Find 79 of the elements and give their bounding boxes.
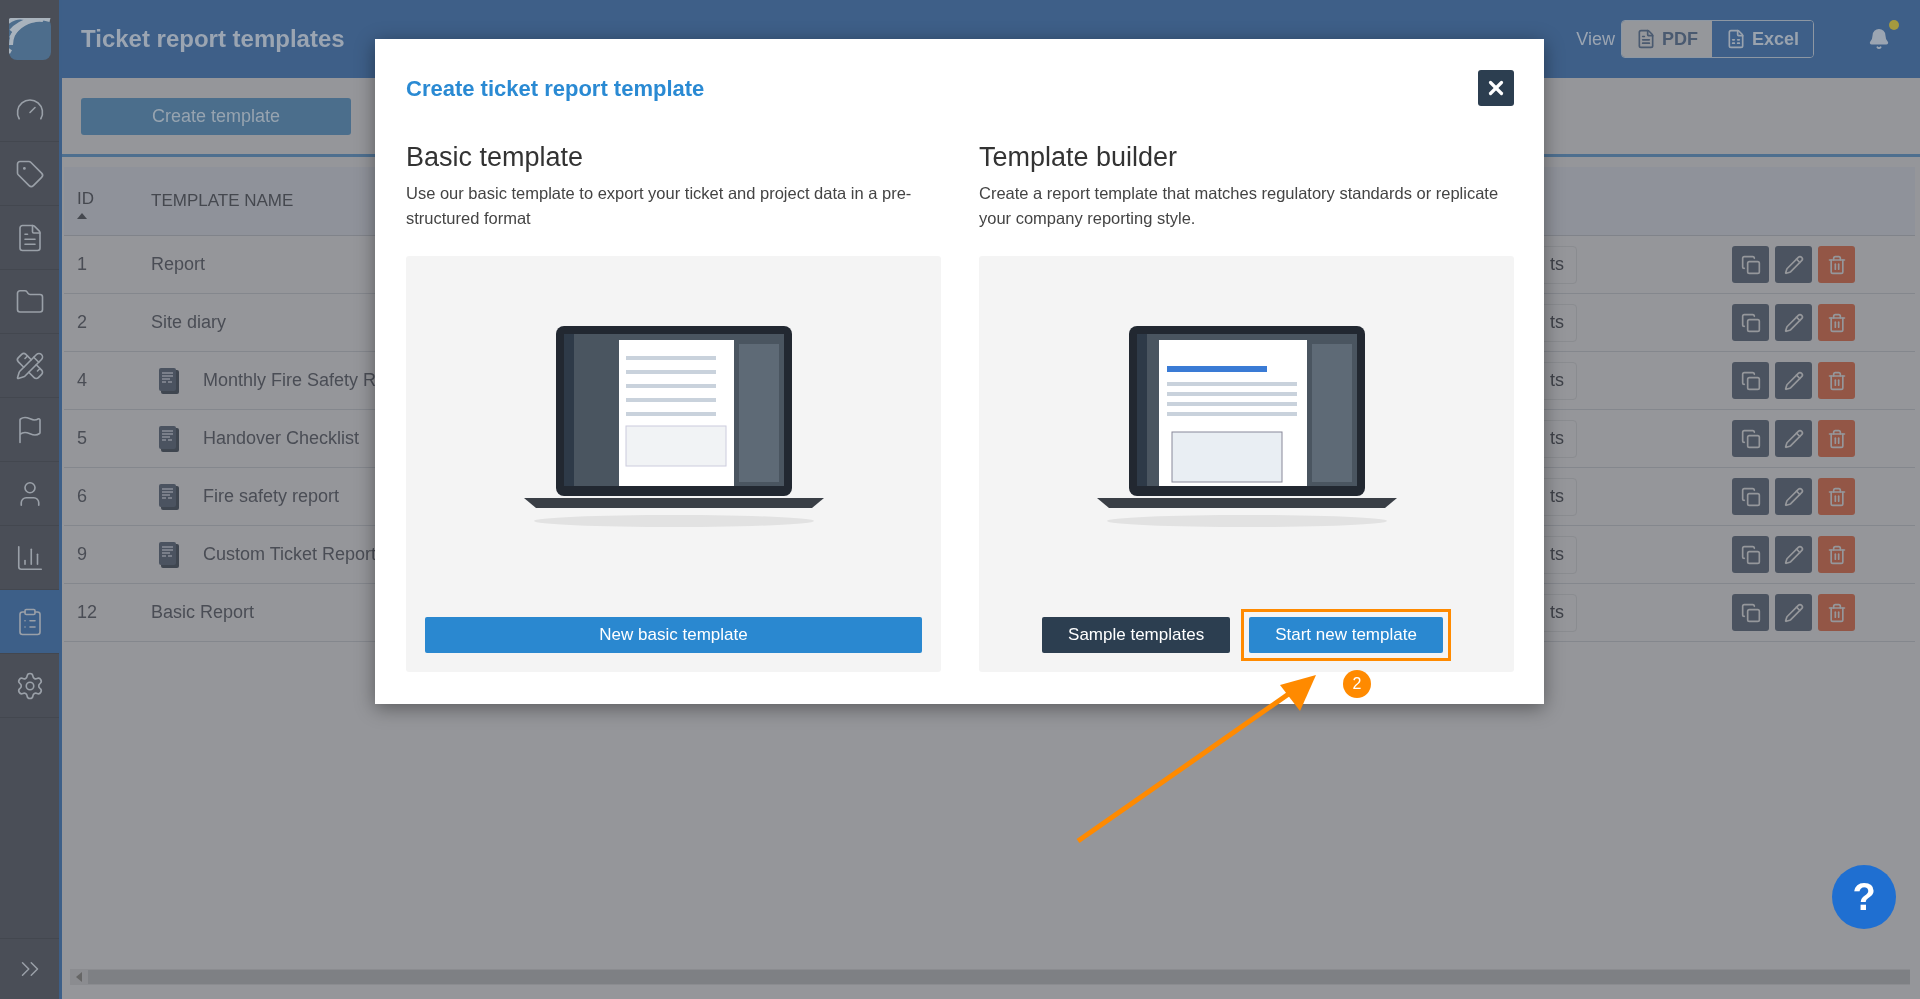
- pencil-icon: [1783, 544, 1804, 565]
- logo-icon[interactable]: [8, 18, 51, 60]
- pencil-icon: [1783, 370, 1804, 391]
- table-cell: Monthly Fire Safety R: [203, 370, 377, 391]
- scroll-left-arrow-icon[interactable]: [76, 972, 82, 982]
- bell-icon[interactable]: [1868, 28, 1890, 50]
- copy-icon: [1740, 544, 1761, 565]
- edit-button[interactable]: [1775, 536, 1812, 573]
- table-cell-text: 12: [76, 602, 99, 623]
- table-cell: Handover Checklist: [203, 428, 360, 449]
- help-button[interactable]: ?: [1832, 865, 1896, 929]
- close-button[interactable]: [1478, 70, 1514, 106]
- sort-caret-icon[interactable]: [77, 213, 87, 219]
- section-description: Use our basic template to export your ticket and project data in a pre-structured format: [406, 183, 913, 229]
- table-cell: Custom Ticket Report: [203, 544, 377, 565]
- sidebar-item[interactable]: [0, 590, 59, 654]
- copy-icon: [1740, 602, 1761, 623]
- table-cell: Basic Report: [151, 602, 255, 623]
- copy-icon: [1740, 486, 1761, 507]
- pencil-icon: [1783, 602, 1804, 623]
- table-cell-text: 5: [76, 428, 88, 449]
- trash-icon: [1826, 486, 1847, 507]
- edit-button[interactable]: [1775, 478, 1812, 515]
- tag-icon: [14, 158, 45, 189]
- view-label: View: [1576, 28, 1615, 50]
- duplicate-button[interactable]: [1732, 536, 1769, 573]
- section-heading: Template builder: [979, 142, 1179, 173]
- copy-icon: [1740, 312, 1761, 333]
- section-heading: Basic template: [406, 142, 585, 173]
- pencil-icon: [1783, 254, 1804, 275]
- table-cell-text: 4: [76, 370, 88, 391]
- horizontal-scrollbar[interactable]: [70, 969, 1910, 985]
- table-cell: Fire safety report: [203, 486, 340, 507]
- view-toggle-button[interactable]: PDF: [1621, 21, 1712, 57]
- delete-button[interactable]: [1818, 362, 1855, 399]
- pencil-icon: [1783, 312, 1804, 333]
- delete-button[interactable]: [1818, 536, 1855, 573]
- delete-button[interactable]: [1818, 420, 1855, 457]
- edit-button[interactable]: [1775, 362, 1812, 399]
- delete-button[interactable]: [1818, 304, 1855, 341]
- trash-icon: [1826, 428, 1847, 449]
- table-cell: Report: [151, 254, 206, 275]
- duplicate-button[interactable]: [1732, 420, 1769, 457]
- copy-icon: [1740, 428, 1761, 449]
- duplicate-button[interactable]: [1732, 478, 1769, 515]
- trash-icon: [1826, 370, 1847, 391]
- template-action-button[interactable]: Start new template: [1249, 617, 1443, 653]
- trash-icon: [1826, 544, 1847, 565]
- edit-button[interactable]: [1775, 304, 1812, 341]
- delete-button[interactable]: [1818, 478, 1855, 515]
- page-title: Ticket report templates: [81, 25, 345, 53]
- pencil-icon: [1783, 486, 1804, 507]
- duplicate-button[interactable]: [1732, 304, 1769, 341]
- copy-icon: [1740, 370, 1761, 391]
- delete-button[interactable]: [1818, 246, 1855, 283]
- table-cell-text: 9: [76, 544, 88, 565]
- table-cell-text: 6: [76, 486, 88, 507]
- trash-icon: [1826, 602, 1847, 623]
- section-description: Create a report template that matches regulatory standards or replicate your company reporting style.: [979, 183, 1500, 229]
- delete-button[interactable]: [1818, 594, 1855, 631]
- table-cell-text: 1: [76, 254, 88, 275]
- table-cell: Site diary: [151, 312, 227, 333]
- edit-button[interactable]: [1775, 594, 1812, 631]
- dialog-title: Create ticket report template: [406, 75, 705, 102]
- template-action-button[interactable]: New basic template: [425, 617, 922, 653]
- table-cell-text: 2: [76, 312, 88, 333]
- pencil-icon: [1783, 428, 1804, 449]
- edit-button[interactable]: [1775, 246, 1812, 283]
- column-header[interactable]: ID: [77, 189, 151, 209]
- copy-icon: [1740, 254, 1761, 275]
- create-template-button[interactable]: Create template: [81, 97, 351, 135]
- trash-icon: [1826, 254, 1847, 275]
- template-action-button[interactable]: Sample templates: [1042, 617, 1231, 653]
- duplicate-button[interactable]: [1732, 594, 1769, 631]
- duplicate-button[interactable]: [1732, 362, 1769, 399]
- edit-button[interactable]: [1775, 420, 1812, 457]
- duplicate-button[interactable]: [1732, 246, 1769, 283]
- ruler-pencil-icon: [14, 350, 45, 381]
- trash-icon: [1826, 312, 1847, 333]
